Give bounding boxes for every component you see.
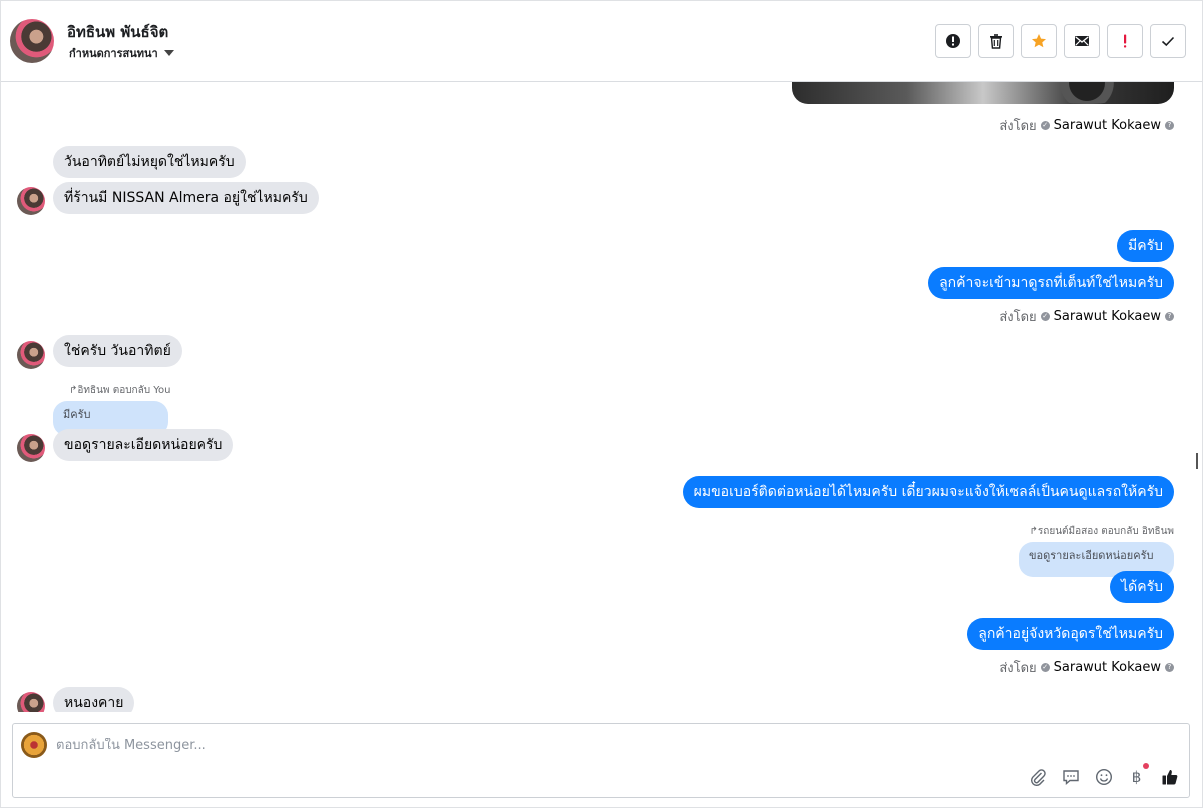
scrollbar-thumb[interactable]	[1196, 453, 1198, 469]
contact-avatar-small[interactable]	[17, 434, 45, 462]
outgoing-message[interactable]: มีครับ	[1117, 230, 1174, 262]
message-input[interactable]	[56, 738, 756, 753]
contact-avatar-small[interactable]	[17, 187, 45, 215]
incoming-message[interactable]: วันอาทิตย์ไม่หยุดใช่ไหมครับ	[53, 146, 246, 178]
saved-replies-button[interactable]	[1061, 767, 1080, 786]
paperclip-icon	[1030, 768, 1046, 786]
notification-dot	[1143, 763, 1149, 769]
mail-icon	[1075, 36, 1089, 46]
composer-tools: ฿	[1028, 763, 1179, 786]
mark-done-button[interactable]	[1150, 24, 1186, 58]
attach-button[interactable]	[1028, 767, 1047, 786]
emoji-button[interactable]	[1094, 767, 1113, 786]
reply-arrow-icon: ↱	[1029, 526, 1038, 537]
sent-by-label: ส่งโดย	[999, 119, 1037, 134]
verified-icon: ✓	[1040, 663, 1050, 672]
sent-by-label: ส่งโดย	[999, 661, 1037, 676]
star-icon	[1032, 34, 1046, 48]
sent-by-info: ส่งโดย ✓ Sarawut Kokaew ?	[999, 306, 1174, 327]
reply-composer: ฿	[12, 723, 1190, 798]
incoming-message[interactable]: ขอดูรายละเอียดหน่อยครับ	[53, 429, 234, 461]
outgoing-message[interactable]: ลูกค้าอยู่จังหวัดอุดรใช่ไหมครับ	[967, 618, 1174, 650]
sent-by-info: ส่งโดย ✓ Sarawut Kokaew ?	[999, 115, 1174, 136]
delete-button[interactable]	[978, 24, 1014, 58]
sent-by-label: ส่งโดย	[999, 310, 1037, 325]
exclamation-icon	[1124, 34, 1127, 48]
outgoing-message[interactable]: ผมขอเบอร์ติดต่อหน่อยได้ไหมครับ เดี๋ยวผมจ…	[682, 476, 1174, 508]
caret-down-icon	[163, 50, 174, 56]
sender-name: Sarawut Kokaew	[1053, 118, 1161, 133]
message-thread[interactable]: ส่งโดย ✓ Sarawut Kokaew ? วันอาทิตย์ไม่ห…	[1, 82, 1191, 712]
sent-by-info: ส่งโดย ✓ Sarawut Kokaew ?	[999, 657, 1174, 678]
incoming-message[interactable]: ใช่ครับ วันอาทิตย์	[53, 335, 182, 367]
conversation-schedule-dropdown[interactable]: กำหนดการสนทนา	[69, 44, 174, 62]
reply-meta: ↱รถยนต์มือสอง ตอบกลับ อิทธินพ	[1030, 524, 1174, 539]
schedule-label: กำหนดการสนทนา	[69, 47, 158, 60]
verified-icon: ✓	[1040, 312, 1050, 321]
page-avatar	[21, 732, 47, 758]
image-attachment[interactable]	[792, 82, 1174, 104]
verified-icon: ✓	[1040, 121, 1050, 130]
contact-avatar-small[interactable]	[17, 692, 45, 712]
alert-icon	[946, 34, 960, 48]
contact-name[interactable]: อิทธินพ พันธ์จิต	[67, 20, 168, 44]
payment-button[interactable]: ฿	[1127, 763, 1149, 786]
sender-name: Sarawut Kokaew	[1053, 309, 1161, 324]
smiley-icon	[1095, 768, 1112, 785]
check-icon	[1161, 36, 1175, 47]
sender-name: Sarawut Kokaew	[1053, 660, 1161, 675]
follow-up-button[interactable]	[1107, 24, 1143, 58]
star-button[interactable]	[1021, 24, 1057, 58]
help-icon[interactable]: ?	[1165, 312, 1174, 321]
help-icon[interactable]: ?	[1165, 663, 1174, 672]
incoming-message[interactable]: ที่ร้านมี NISSAN Almera อยู่ใช่ไหมครับ	[53, 182, 319, 214]
mark-spam-button[interactable]	[935, 24, 971, 58]
reply-meta-text: อิทธินพ ตอบกลับ You	[77, 385, 171, 396]
trash-icon	[990, 34, 1002, 49]
incoming-message[interactable]: หนองคาย	[53, 687, 135, 712]
mark-unread-button[interactable]	[1064, 24, 1100, 58]
reply-meta: ↱อิทธินพ ตอบกลับ You	[69, 383, 171, 398]
thumbs-up-icon	[1162, 769, 1177, 784]
baht-icon: ฿	[1131, 767, 1142, 786]
chat-bubble-icon	[1062, 769, 1079, 785]
contact-avatar[interactable]	[10, 19, 54, 63]
contact-avatar-small[interactable]	[17, 341, 45, 369]
messenger-window: อิทธินพ พันธ์จิต กำหนดการสนทนา ส่งโดย ✓ …	[0, 0, 1203, 808]
conversation-header: อิทธินพ พันธ์จิต กำหนดการสนทนา	[1, 1, 1202, 82]
help-icon[interactable]: ?	[1165, 121, 1174, 130]
outgoing-message[interactable]: ได้ครับ	[1110, 571, 1174, 603]
reply-meta-text: รถยนต์มือสอง ตอบกลับ อิทธินพ	[1037, 526, 1174, 537]
outgoing-message[interactable]: ลูกค้าจะเข้ามาดูรถที่เต็นท์ใช่ไหมครับ	[928, 267, 1174, 299]
header-actions	[935, 24, 1186, 58]
like-button[interactable]	[1160, 767, 1179, 786]
